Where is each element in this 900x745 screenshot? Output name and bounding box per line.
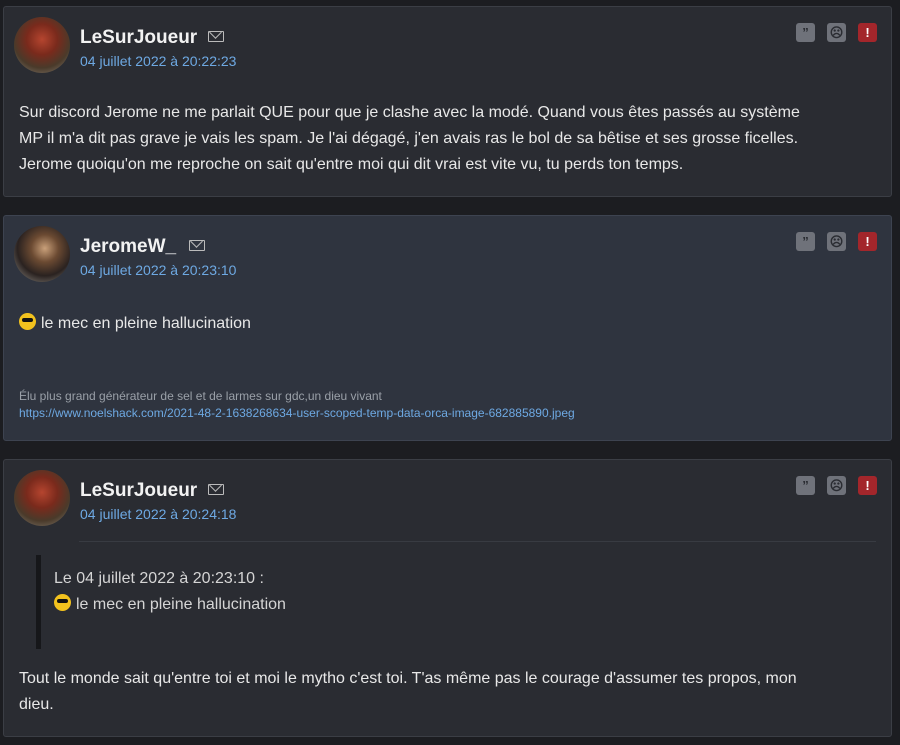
message-line: MP il m'a dit pas grave je vais les spam… [19,130,799,147]
author-name[interactable]: JeromeW_ [80,236,176,258]
post-actions: ” ☹ ! [796,232,877,251]
report-icon[interactable]: ! [858,476,877,495]
quote-block: Le 04 juillet 2022 à 20:23:10 : le mec e… [36,555,876,649]
sad-face-icon[interactable]: ☹ [827,476,846,495]
sunglasses-emoji-icon [54,594,71,611]
sad-face-icon[interactable]: ☹ [827,23,846,42]
post-date[interactable]: 04 juillet 2022 à 20:22:23 [80,53,236,69]
report-icon[interactable]: ! [858,23,877,42]
avatar[interactable] [14,17,70,73]
message-body: Tout le monde sait qu'entre toi et moi l… [19,666,876,718]
post: LeSurJoueur 04 juillet 2022 à 20:22:23 ”… [3,6,892,197]
author-name[interactable]: LeSurJoueur [80,27,197,49]
mail-icon[interactable] [189,240,205,251]
signature-link[interactable]: https://www.noelshack.com/2021-48-2-1638… [19,406,575,420]
message-body: le mec en pleine hallucination [19,311,876,337]
post-actions: ” ☹ ! [796,476,877,495]
sunglasses-emoji-icon [19,313,36,330]
quote-header: Le 04 juillet 2022 à 20:23:10 : [54,570,264,587]
avatar[interactable] [14,470,70,526]
mail-icon[interactable] [208,31,224,42]
mail-icon[interactable] [208,484,224,495]
message-line: Tout le monde sait qu'entre toi et moi l… [19,670,797,687]
quote-text: le mec en pleine hallucination [76,596,286,613]
signature-text: Élu plus grand générateur de sel et de l… [19,389,382,403]
report-icon[interactable]: ! [858,232,877,251]
avatar[interactable] [14,226,70,282]
author-name[interactable]: LeSurJoueur [80,480,197,502]
post: LeSurJoueur 04 juillet 2022 à 20:24:18 ”… [3,459,892,737]
post-date[interactable]: 04 juillet 2022 à 20:24:18 [80,506,236,522]
post: JeromeW_ 04 juillet 2022 à 20:23:10 ” ☹ … [3,215,892,441]
message-text: le mec en pleine hallucination [41,315,251,332]
quote-body: le mec en pleine hallucination [54,592,876,618]
post-actions: ” ☹ ! [796,23,877,42]
message-body: Sur discord Jerome ne me parlait QUE pou… [19,100,876,178]
quote-icon[interactable]: ” [796,232,815,251]
sad-face-icon[interactable]: ☹ [827,232,846,251]
post-date[interactable]: 04 juillet 2022 à 20:23:10 [80,262,236,278]
message-line: Jerome quoiqu'on me reproche on sait qu'… [19,156,684,173]
divider [79,541,876,542]
quote-icon[interactable]: ” [796,476,815,495]
message-line: dieu. [19,696,54,713]
quote-icon[interactable]: ” [796,23,815,42]
message-line: Sur discord Jerome ne me parlait QUE pou… [19,104,800,121]
